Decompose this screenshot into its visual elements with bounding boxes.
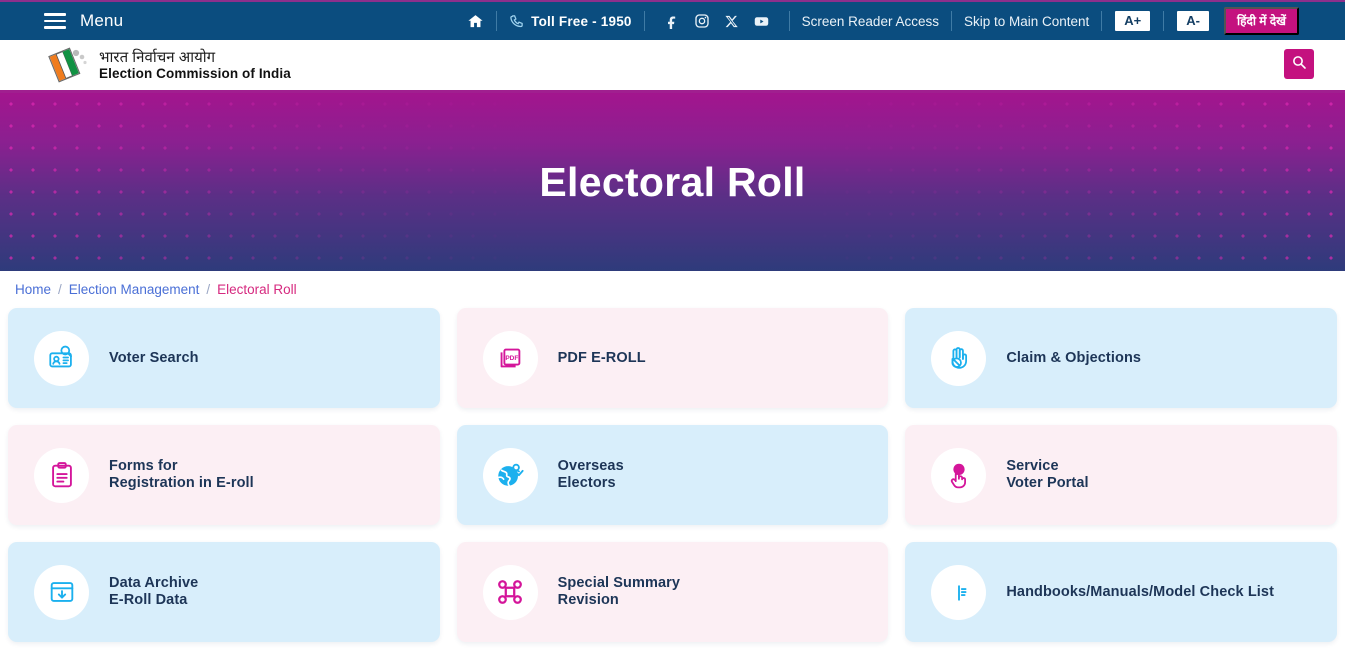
service-card-label-line2: Electors — [557, 475, 616, 491]
service-card-special-summary[interactable]: Special Summary Revision — [456, 542, 889, 642]
hamburger-icon[interactable] — [44, 13, 66, 29]
globe-user-check-icon — [482, 447, 538, 503]
service-card-label-line1: Overseas — [557, 458, 624, 474]
service-card-label: Data Archive E-Roll Data — [109, 575, 198, 609]
separator — [643, 11, 645, 31]
service-card-label-line1: Handbooks/Manuals/Model Check List — [1006, 583, 1274, 600]
language-toggle-button[interactable]: हिंदी में देखें — [1224, 7, 1299, 35]
site-logo[interactable]: भारत निर्वाचन आयोग Election Commission o… — [45, 44, 291, 86]
separator — [788, 11, 790, 31]
toll-free-info[interactable]: Toll Free - 1950 — [509, 14, 632, 29]
service-card-label-line1: Voter Search — [109, 349, 199, 366]
breadcrumb-item-home[interactable]: Home — [15, 282, 51, 297]
service-card-label: PDF E-ROLL — [558, 350, 646, 367]
service-card-label: Overseas Electors — [558, 458, 624, 492]
breadcrumb-item-election-management[interactable]: Election Management — [69, 282, 200, 297]
font-decrease-button[interactable]: A- — [1176, 10, 1210, 32]
toll-free-label: Toll Free - 1950 — [531, 13, 632, 29]
service-card-voter-search[interactable]: Voter Search — [8, 308, 440, 408]
service-card-pdf-e-roll[interactable]: PDF PDF E-ROLL — [456, 308, 889, 408]
command-loop-icon — [482, 564, 538, 620]
service-card-label: Forms for Registration in E-roll — [109, 458, 254, 492]
breadcrumb-separator: / — [206, 282, 211, 297]
x-twitter-icon[interactable] — [724, 14, 739, 29]
breadcrumb: Home / Election Management / Electoral Roll — [0, 271, 1345, 308]
service-card-label-line1: Data Archive — [109, 575, 199, 591]
site-title-english: Election Commission of India — [99, 65, 291, 81]
separator — [950, 11, 952, 31]
service-card-label: Service Voter Portal — [1006, 458, 1088, 492]
menu-label: Menu — [80, 11, 124, 30]
youtube-icon[interactable] — [753, 13, 770, 30]
service-card-label-line1: Forms for — [109, 458, 178, 474]
screen-reader-access-link[interactable]: Screen Reader Access — [802, 14, 939, 29]
service-card-label-line2: Revision — [557, 592, 619, 608]
service-card-overseas[interactable]: Overseas Electors — [456, 425, 889, 525]
service-card-label-line1: Service — [1006, 458, 1059, 474]
menu-button[interactable]: Menu — [44, 11, 123, 31]
page-title: Electoral Roll — [539, 158, 806, 205]
clipboard-form-icon — [34, 447, 89, 503]
eci-logo-icon — [45, 44, 89, 86]
font-increase-button[interactable]: A+ — [1114, 10, 1152, 32]
instagram-icon[interactable] — [694, 13, 710, 29]
separator — [496, 11, 498, 31]
separator — [1101, 11, 1103, 31]
service-card-claim-objections[interactable]: Claim & Objections — [905, 308, 1337, 408]
raised-hand-icon — [931, 330, 987, 386]
breadcrumb-item-electoral-roll: Electoral Roll — [217, 282, 297, 297]
service-card-service[interactable]: Service Voter Portal — [905, 425, 1337, 525]
top-bar-right-group: Toll Free - 1950 Screen Reader Access Sk… — [467, 7, 1299, 35]
facebook-icon[interactable] — [664, 13, 680, 29]
service-card-label: Handbooks/Manuals/Model Check List — [1006, 584, 1274, 601]
page-hero-banner: Electoral Roll — [0, 93, 1345, 271]
service-card-grid: Voter Search PDF PDF E-ROLL Claim & Objecti… — [0, 308, 1345, 642]
skip-to-main-content-link[interactable]: Skip to Main Content — [964, 14, 1089, 29]
hand-click-icon — [931, 447, 987, 503]
site-title-hindi: भारत निर्वाचन आयोग — [99, 48, 216, 66]
service-card-label-line1: Special Summary — [557, 575, 681, 591]
site-header: भारत निर्वाचन आयोग Election Commission o… — [0, 40, 1345, 93]
service-card-label-line2: Voter Portal — [1006, 475, 1089, 491]
service-card-label-line1: Claim & Objections — [1006, 349, 1142, 366]
svg-text:PDF: PDF — [505, 355, 518, 362]
pdf-file-icon: PDF — [482, 330, 538, 386]
service-card-label: Voter Search — [109, 350, 199, 367]
open-book-icon — [931, 564, 987, 620]
phone-icon — [509, 14, 524, 29]
breadcrumb-separator: / — [58, 282, 62, 297]
separator — [1163, 11, 1165, 31]
site-title-block: भारत निर्वाचन आयोग Election Commission o… — [99, 49, 291, 82]
service-card-handbooks-manuals-model-check-list[interactable]: Handbooks/Manuals/Model Check List — [905, 542, 1337, 642]
service-card-data-archive[interactable]: Data Archive E-Roll Data — [8, 542, 440, 642]
top-utility-bar: Menu Toll Free - 1950 Screen Reader Acce… — [0, 0, 1345, 40]
archive-download-icon — [34, 564, 89, 620]
service-card-label-line1: PDF E-ROLL — [557, 349, 646, 366]
search-button[interactable] — [1284, 49, 1314, 79]
service-card-label: Claim & Objections — [1006, 350, 1141, 367]
service-card-label-line2: E-Roll Data — [109, 592, 188, 608]
search-icon — [1291, 54, 1307, 75]
voter-id-search-icon — [34, 330, 89, 386]
service-card-label-line2: Registration in E-roll — [109, 475, 254, 491]
service-card-forms-for[interactable]: Forms for Registration in E-roll — [8, 425, 440, 525]
home-icon[interactable] — [467, 13, 484, 30]
service-card-label: Special Summary Revision — [558, 575, 680, 609]
